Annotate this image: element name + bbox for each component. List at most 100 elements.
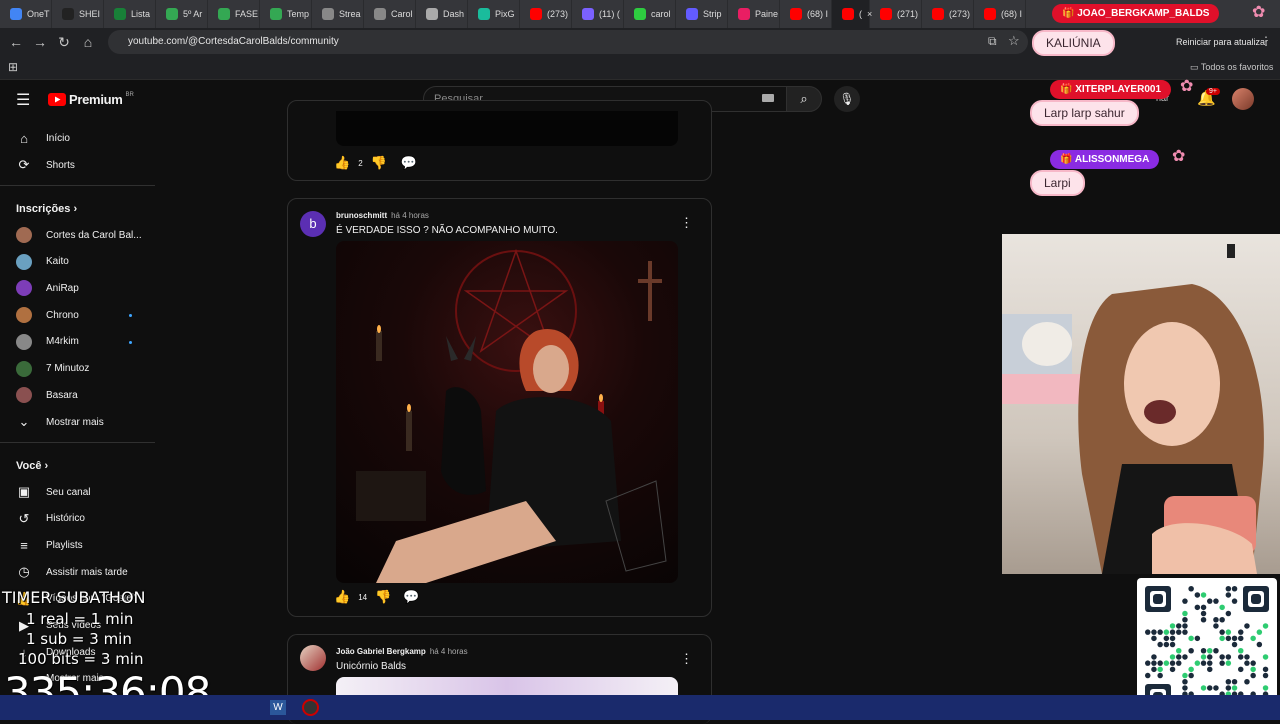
browser-tab[interactable]: carol <box>624 0 676 28</box>
channel-avatar <box>16 387 32 404</box>
voice-search-button[interactable]: 🎙 <box>834 86 860 112</box>
browser-tab[interactable]: (11) ( <box>572 0 624 28</box>
history-icon: ↺ <box>18 510 30 526</box>
dislike-icon[interactable]: 👎 <box>371 155 387 171</box>
comment-icon[interactable]: 💬 <box>401 155 417 171</box>
post-text: Unicórnio Balds <box>336 661 407 672</box>
browser-tab[interactable]: Strip <box>676 0 728 28</box>
shorts-icon: ⟳ <box>18 157 30 172</box>
channel-avatar <box>16 360 32 377</box>
author-avatar[interactable] <box>300 645 326 671</box>
browser-tab[interactable]: OneT <box>0 0 52 28</box>
search-icon: ⌕ <box>800 91 808 106</box>
browser-tab[interactable]: PixG <box>468 0 520 28</box>
sidebar-item[interactable]: Chrono <box>16 302 146 328</box>
browser-tab[interactable]: 5º Ar <box>156 0 208 28</box>
post-image[interactable] <box>336 677 678 697</box>
browser-tab[interactable]: (68) I <box>780 0 832 28</box>
all-bookmarks-folder[interactable]: ▭ Todos os favoritos <box>1190 62 1273 73</box>
browser-tab[interactable]: (× <box>832 0 872 28</box>
playlists-icon: ≡ <box>20 537 28 553</box>
sidebar-item[interactable]: M4rkim <box>16 329 146 355</box>
browser-menu-icon[interactable]: ⋮ <box>1260 34 1272 48</box>
sparkle-icon: ✿ <box>1172 148 1186 165</box>
sidebar-item[interactable]: ▣ Seu canal <box>16 479 146 505</box>
all-bookmarks-label: Todos os favoritos <box>1200 62 1274 72</box>
gift-icon: 🎁 <box>1060 84 1076 95</box>
browser-tab[interactable]: FASE <box>208 0 260 28</box>
author-name[interactable]: João Gabriel Bergkamp <box>336 647 426 656</box>
browser-tab[interactable]: Lista <box>104 0 156 28</box>
install-icon[interactable]: ⧉ <box>988 34 997 49</box>
sidebar-item-label: Assistir mais tarde <box>46 566 128 578</box>
back-icon[interactable]: ← <box>4 34 28 50</box>
sidebar-item[interactable]: ↺ Histórico <box>16 506 146 532</box>
sidebar-divider <box>0 185 155 186</box>
tab-label: Strip <box>703 9 722 19</box>
sidebar-item[interactable]: AniRap <box>16 275 146 301</box>
browser-tab[interactable]: (68) I <box>974 0 1026 28</box>
gift-icon: 🎁 <box>1060 154 1075 165</box>
reload-icon[interactable]: ↻ <box>52 34 76 51</box>
bookmark-star-icon[interactable]: ☆ <box>1008 33 1020 49</box>
dislike-icon[interactable]: 👎 <box>375 589 391 605</box>
author-avatar[interactable]: b <box>300 211 326 237</box>
url-field[interactable]: youtube.com/@CortesdaCarolBalds/communit… <box>108 30 1028 54</box>
tab-favicon-icon <box>686 8 698 20</box>
menu-hamburger-icon[interactable]: ☰ <box>16 90 30 110</box>
sidebar-item[interactable]: Kaito <box>16 249 146 275</box>
keyboard-icon[interactable] <box>762 94 774 102</box>
comment-icon[interactable]: 💬 <box>403 589 419 605</box>
channel-icon: ▣ <box>17 484 31 499</box>
browser-tab[interactable]: Carol <box>364 0 416 28</box>
word-app-icon[interactable]: W <box>270 700 286 715</box>
account-avatar[interactable] <box>1232 88 1254 110</box>
browser-tab[interactable]: SHEI <box>52 0 104 28</box>
chat-username-text: XITERPLAYER001 <box>1075 84 1162 95</box>
sidebar-item[interactable]: Cortes da Carol Bal... <box>16 222 146 248</box>
browser-tab[interactable]: (273) <box>520 0 572 28</box>
sidebar-item[interactable]: ⌄ Mostrar mais <box>16 409 146 435</box>
tab-label: (68) I <box>807 9 829 19</box>
timer-rule: 1 sub = 3 min <box>26 630 132 648</box>
community-post-1: 👍 2 👎 💬 <box>287 100 712 181</box>
browser-tab[interactable]: Strea <box>312 0 364 28</box>
sparkle-icon: ✿ <box>1252 4 1266 21</box>
you-heading[interactable]: Você › <box>16 460 48 472</box>
home-button-icon[interactable]: ⌂ <box>76 34 100 50</box>
browser-tab[interactable]: Paine <box>728 0 780 28</box>
tab-favicon-icon <box>582 8 594 20</box>
subscriptions-heading[interactable]: Inscrições › <box>16 203 77 215</box>
sidebar-item[interactable]: ◷ Assistir mais tarde <box>16 559 146 585</box>
sidebar-item-label: Playlists <box>46 539 83 551</box>
sidebar-item[interactable]: Basara <box>16 382 146 408</box>
post-image[interactable] <box>336 241 678 583</box>
tab-label: FASE <box>235 9 259 19</box>
community-post-2: b brunoschmitt há 4 horas É VERDADE ISSO … <box>287 198 712 617</box>
logo-text: Premium <box>69 92 123 107</box>
post-text: É VERDADE ISSO ? NÃO ACOMPANHO MUITO. <box>336 225 558 236</box>
forward-icon[interactable]: → <box>28 34 52 50</box>
sidebar-item[interactable]: ≡ Playlists <box>16 532 146 558</box>
like-icon[interactable]: 👍 <box>334 589 350 605</box>
browser-tab[interactable]: Temp <box>260 0 312 28</box>
browser-tab[interactable]: Dash <box>416 0 468 28</box>
webcam-overlay <box>1002 234 1280 574</box>
apps-grid-icon[interactable]: ⊞ <box>8 60 18 74</box>
tab-favicon-icon <box>738 8 750 20</box>
browser-tab[interactable]: (271) <box>870 0 922 28</box>
sidebar-item[interactable]: 7 Minutoz <box>16 356 146 382</box>
youtube-premium-logo[interactable]: Premium BR <box>48 92 134 107</box>
obs-app-icon[interactable] <box>302 699 319 716</box>
post-menu-icon[interactable]: ⋮ <box>680 215 693 231</box>
like-icon[interactable]: 👍 <box>334 155 350 171</box>
sidebar-item-label: M4rkim <box>46 336 79 348</box>
post-menu-icon[interactable]: ⋮ <box>680 651 693 667</box>
sidebar-item[interactable]: ⟳ Shorts <box>16 152 146 178</box>
notification-badge: 9+ <box>1206 88 1220 95</box>
author-name[interactable]: brunoschmitt <box>336 211 387 220</box>
restart-to-update-button[interactable]: Reiniciar para atualizar <box>1176 37 1268 47</box>
search-button[interactable]: ⌕ <box>786 86 822 112</box>
sidebar-item[interactable]: ⌂ Início <box>16 125 146 151</box>
browser-tab[interactable]: (273) <box>922 0 974 28</box>
